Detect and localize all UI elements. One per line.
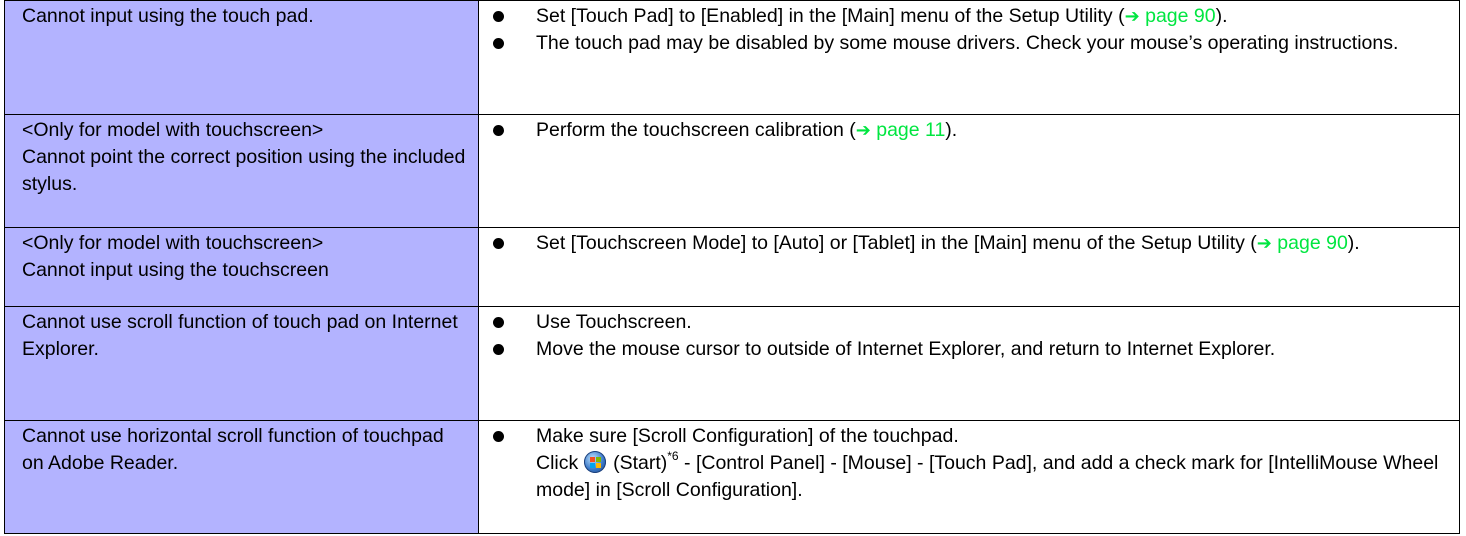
problem-cell: Cannot input using the touch pad. [4, 0, 479, 115]
page-link[interactable]: page 90 [1272, 232, 1348, 254]
table-row: <Only for model with touchscreen> Cannot… [4, 114, 1460, 228]
bullet-icon [493, 125, 504, 136]
table-row: Cannot input using the touch pad. Set [T… [4, 0, 1460, 115]
solution-cell: Perform the touchscreen calibration (➔ p… [478, 114, 1460, 228]
solution-cell: Set [Touch Pad] to [Enabled] in the [Mai… [478, 0, 1460, 115]
solution-cell: Use Touchscreen. Move the mouse cursor t… [478, 306, 1460, 421]
problem-text: Cannot use scroll function of touch pad … [22, 311, 458, 360]
table-row: Cannot use horizontal scroll function of… [4, 420, 1460, 534]
table-row: <Only for model with touchscreen> Cannot… [4, 227, 1460, 307]
solution-text: Click [536, 452, 584, 474]
list-item: Make sure [Scroll Configuration] of the … [493, 423, 1451, 504]
solution-cell: Make sure [Scroll Configuration] of the … [478, 420, 1460, 534]
footnote-marker: *6 [667, 449, 679, 463]
list-item: The touch pad may be disabled by some mo… [493, 30, 1451, 57]
problem-text: Cannot input using the touchscreen [22, 259, 329, 281]
solution-text: ). [945, 119, 958, 141]
windows-start-orb-icon [583, 451, 606, 473]
bullet-icon [493, 317, 504, 328]
problem-condition: <Only for model with touchscreen> [22, 119, 324, 141]
solution-text: (Start) [607, 452, 668, 474]
problem-condition: <Only for model with touchscreen> [22, 232, 324, 254]
problem-cell: <Only for model with touchscreen> Cannot… [4, 227, 479, 307]
problem-text: Cannot point the correct position using … [22, 146, 466, 195]
solution-text: ). [1347, 232, 1360, 254]
page-link[interactable]: page 90 [1140, 5, 1216, 27]
list-item: Set [Touch Pad] to [Enabled] in the [Mai… [493, 3, 1451, 30]
list-item: Set [Touchscreen Mode] to [Auto] or [Tab… [493, 230, 1451, 257]
solution-cell: Set [Touchscreen Mode] to [Auto] or [Tab… [478, 227, 1460, 307]
problem-text: Cannot use horizontal scroll function of… [22, 425, 444, 474]
solution-text: Set [Touch Pad] to [Enabled] in the [Mai… [536, 5, 1125, 27]
problem-cell: <Only for model with touchscreen> Cannot… [4, 114, 479, 228]
troubleshooting-table: Cannot input using the touch pad. Set [T… [4, 0, 1460, 534]
arrow-right-icon: ➔ [1124, 6, 1140, 27]
arrow-right-icon: ➔ [1256, 233, 1272, 254]
bullet-icon [493, 238, 504, 249]
bullet-icon [493, 344, 504, 355]
page-link[interactable]: page 11 [871, 119, 945, 141]
problem-cell: Cannot use horizontal scroll function of… [4, 420, 479, 534]
solution-text: ). [1215, 5, 1228, 27]
arrow-right-icon: ➔ [855, 120, 871, 141]
solution-text: Move the mouse cursor to outside of Inte… [536, 338, 1276, 360]
problem-cell: Cannot use scroll function of touch pad … [4, 306, 479, 421]
list-item: Move the mouse cursor to outside of Inte… [493, 336, 1451, 363]
solution-text: Perform the touchscreen calibration ( [536, 119, 856, 141]
problem-text: Cannot input using the touch pad. [22, 5, 314, 27]
bullet-icon [493, 11, 504, 22]
solution-text: The touch pad may be disabled by some mo… [536, 32, 1399, 54]
solution-text: Use Touchscreen. [536, 311, 692, 333]
bullet-icon [493, 431, 504, 442]
list-item: Use Touchscreen. [493, 309, 1451, 336]
solution-text: Make sure [Scroll Configuration] of the … [536, 425, 959, 447]
list-item: Perform the touchscreen calibration (➔ p… [493, 117, 1451, 144]
table-row: Cannot use scroll function of touch pad … [4, 306, 1460, 421]
solution-instruction: Click (Start)*6 - [Control Panel] - [Mou… [536, 450, 1451, 504]
bullet-icon [493, 38, 504, 49]
solution-text: Set [Touchscreen Mode] to [Auto] or [Tab… [536, 232, 1257, 254]
